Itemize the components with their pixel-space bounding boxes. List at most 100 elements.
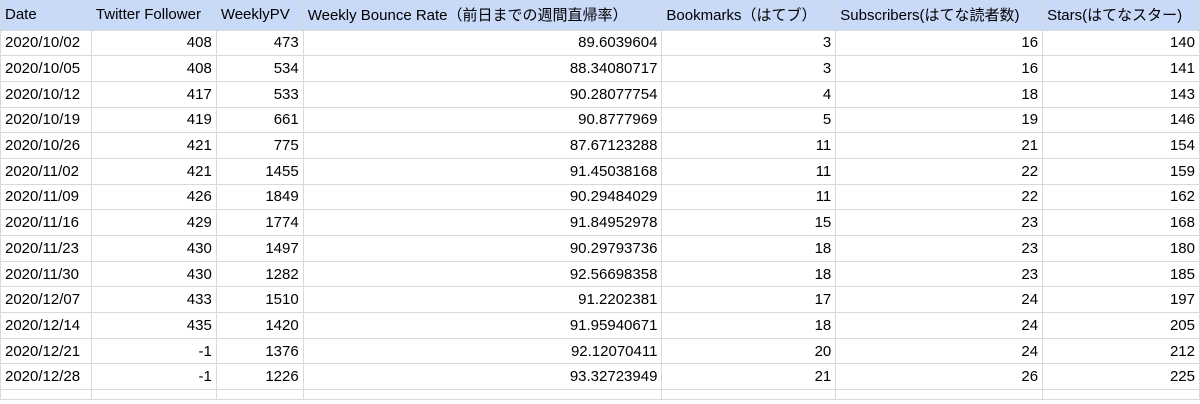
bookmarks-cell[interactable]: 3 (661, 55, 837, 82)
stars-cell[interactable]: 146 (1042, 106, 1200, 134)
bookmarks-cell[interactable]: 15 (661, 209, 837, 236)
bounce-rate-cell[interactable]: 90.29793736 (302, 235, 663, 262)
header-cell-date[interactable]: Date (0, 0, 92, 31)
bookmarks-cell[interactable]: 3 (661, 29, 837, 57)
bookmarks-cell[interactable]: 18 (661, 312, 837, 339)
stars-cell[interactable]: 197 (1042, 286, 1200, 314)
weekly-pv-cell[interactable]: 473 (215, 29, 304, 57)
weekly-pv-cell[interactable]: 661 (215, 106, 304, 134)
bounce-rate-cell[interactable]: 91.95940671 (302, 312, 663, 339)
bounce-rate-cell[interactable]: 91.2202381 (302, 286, 663, 314)
bookmarks-cell[interactable]: 5 (661, 106, 837, 134)
weekly-pv-cell[interactable]: 1226 (215, 363, 304, 391)
twitter-follower-cell[interactable]: 408 (90, 55, 217, 82)
date-cell[interactable]: 2020/11/23 (0, 235, 92, 262)
weekly-pv-cell[interactable]: 1282 (215, 260, 304, 288)
twitter-follower-cell[interactable]: 430 (90, 260, 217, 288)
bounce-rate-cell[interactable]: 90.28077754 (302, 80, 663, 108)
weekly-pv-cell[interactable]: 1420 (215, 312, 304, 339)
date-cell[interactable]: 2020/12/21 (0, 337, 92, 365)
date-cell[interactable]: 2020/10/05 (0, 55, 92, 82)
bookmarks-cell[interactable]: 18 (661, 260, 837, 288)
header-cell-bookmarks[interactable]: Bookmarks（はてブ） (661, 0, 837, 31)
bounce-rate-cell[interactable]: 92.56698358 (302, 260, 663, 288)
weekly-pv-cell[interactable]: 1510 (215, 286, 304, 314)
bounce-rate-cell[interactable]: 92.12070411 (302, 337, 663, 365)
date-cell[interactable]: 2020/11/02 (0, 157, 92, 185)
bookmarks-cell[interactable]: 11 (661, 157, 837, 185)
bookmarks-cell[interactable]: 20 (661, 337, 837, 365)
date-cell[interactable]: 2020/10/26 (0, 132, 92, 159)
header-cell-stars[interactable]: Stars(はてなスター) (1042, 0, 1200, 31)
bookmarks-cell[interactable]: 21 (661, 363, 837, 391)
subscribers-cell[interactable]: 19 (835, 106, 1044, 134)
bounce-rate-cell[interactable]: 90.8777969 (302, 106, 663, 134)
stars-cell[interactable]: 154 (1042, 132, 1200, 159)
date-cell[interactable]: 2020/10/12 (0, 80, 92, 108)
bounce-rate-cell[interactable]: 90.29484029 (302, 183, 663, 211)
weekly-pv-cell[interactable]: 534 (215, 55, 304, 82)
twitter-follower-cell[interactable]: 435 (90, 312, 217, 339)
bounce-rate-cell[interactable]: 91.84952978 (302, 209, 663, 236)
stars-cell[interactable]: 159 (1042, 157, 1200, 185)
empty-cell[interactable] (90, 389, 217, 401)
stars-cell[interactable]: 141 (1042, 55, 1200, 82)
date-cell[interactable]: 2020/12/07 (0, 286, 92, 314)
weekly-pv-cell[interactable]: 1849 (215, 183, 304, 211)
bounce-rate-cell[interactable]: 89.6039604 (302, 29, 663, 57)
bookmarks-cell[interactable]: 18 (661, 235, 837, 262)
bounce-rate-cell[interactable]: 93.32723949 (302, 363, 663, 391)
stars-cell[interactable]: 162 (1042, 183, 1200, 211)
subscribers-cell[interactable]: 23 (835, 260, 1044, 288)
twitter-follower-cell[interactable]: 429 (90, 209, 217, 236)
header-cell-weekly-pv[interactable]: WeeklyPV (215, 0, 304, 31)
twitter-follower-cell[interactable]: -1 (90, 337, 217, 365)
date-cell[interactable]: 2020/11/16 (0, 209, 92, 236)
weekly-pv-cell[interactable]: 1376 (215, 337, 304, 365)
date-cell[interactable]: 2020/12/14 (0, 312, 92, 339)
weekly-pv-cell[interactable]: 775 (215, 132, 304, 159)
empty-cell[interactable] (0, 389, 92, 401)
weekly-pv-cell[interactable]: 1774 (215, 209, 304, 236)
empty-cell[interactable] (835, 389, 1044, 401)
empty-cell[interactable] (302, 389, 663, 401)
stars-cell[interactable]: 143 (1042, 80, 1200, 108)
header-cell-subscribers[interactable]: Subscribers(はてな読者数) (835, 0, 1044, 31)
bounce-rate-cell[interactable]: 87.67123288 (302, 132, 663, 159)
subscribers-cell[interactable]: 22 (835, 183, 1044, 211)
bounce-rate-cell[interactable]: 91.45038168 (302, 157, 663, 185)
date-cell[interactable]: 2020/11/30 (0, 260, 92, 288)
bookmarks-cell[interactable]: 17 (661, 286, 837, 314)
weekly-pv-cell[interactable]: 1497 (215, 235, 304, 262)
twitter-follower-cell[interactable]: 417 (90, 80, 217, 108)
stars-cell[interactable]: 168 (1042, 209, 1200, 236)
stars-cell[interactable]: 212 (1042, 337, 1200, 365)
twitter-follower-cell[interactable]: 433 (90, 286, 217, 314)
subscribers-cell[interactable]: 16 (835, 29, 1044, 57)
twitter-follower-cell[interactable]: 419 (90, 106, 217, 134)
subscribers-cell[interactable]: 18 (835, 80, 1044, 108)
header-cell-twitter-follower[interactable]: Twitter Follower (90, 0, 217, 31)
twitter-follower-cell[interactable]: 408 (90, 29, 217, 57)
header-cell-weekly-bounce-rate[interactable]: Weekly Bounce Rate（前日までの週間直帰率） (302, 0, 663, 31)
twitter-follower-cell[interactable]: 421 (90, 132, 217, 159)
subscribers-cell[interactable]: 26 (835, 363, 1044, 391)
bookmarks-cell[interactable]: 11 (661, 132, 837, 159)
subscribers-cell[interactable]: 23 (835, 235, 1044, 262)
subscribers-cell[interactable]: 24 (835, 312, 1044, 339)
empty-cell[interactable] (661, 389, 837, 401)
bookmarks-cell[interactable]: 4 (661, 80, 837, 108)
subscribers-cell[interactable]: 16 (835, 55, 1044, 82)
stars-cell[interactable]: 185 (1042, 260, 1200, 288)
date-cell[interactable]: 2020/10/19 (0, 106, 92, 134)
subscribers-cell[interactable]: 24 (835, 337, 1044, 365)
bounce-rate-cell[interactable]: 88.34080717 (302, 55, 663, 82)
date-cell[interactable]: 2020/11/09 (0, 183, 92, 211)
empty-cell[interactable] (1042, 389, 1200, 401)
twitter-follower-cell[interactable]: 421 (90, 157, 217, 185)
empty-cell[interactable] (215, 389, 304, 401)
weekly-pv-cell[interactable]: 1455 (215, 157, 304, 185)
subscribers-cell[interactable]: 23 (835, 209, 1044, 236)
stars-cell[interactable]: 180 (1042, 235, 1200, 262)
subscribers-cell[interactable]: 24 (835, 286, 1044, 314)
